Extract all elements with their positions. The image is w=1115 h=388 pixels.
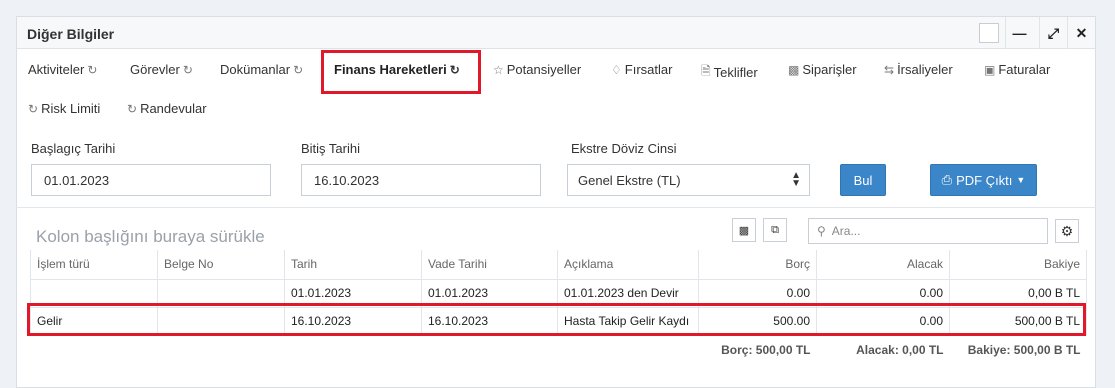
caret-down-icon: ▼ — [1016, 175, 1026, 185]
refresh-icon: ↻ — [127, 101, 138, 116]
tab-label: Risk Limiti — [41, 101, 101, 116]
tab-potansiyeller[interactable]: ☆ Potansiyeller — [493, 62, 581, 77]
total-alacak: Alacak: 0,00 TL — [856, 343, 944, 358]
tab-teklifler[interactable]: 🗎 Teklifler — [701, 62, 758, 83]
total-bakiye: Bakiye: 500,00 B TL — [967, 343, 1081, 358]
grid-header-row: İşlem türü Belge No Tarih Vade Tarihi Aç… — [30, 250, 1087, 280]
tab-irsaliyeler[interactable]: ⇆ İrsaliyeler — [884, 62, 953, 77]
grid-search-input[interactable]: ⚲ Ara... — [808, 218, 1048, 244]
pdf-export-button[interactable]: ⎙ PDF Çıktı ▼ — [930, 164, 1037, 196]
minimize-icon[interactable]: — — [1005, 17, 1033, 49]
start-date-label: Başlagıç Tarihi — [31, 141, 116, 156]
tab-label: Fırsatlar — [624, 62, 673, 77]
end-date-field[interactable]: 16.10.2023 — [301, 164, 541, 196]
tab-label: Dokümanlar — [220, 62, 291, 77]
tab-label: Faturalar — [998, 62, 1051, 77]
settings-gear-icon[interactable]: ⚙ — [1055, 219, 1079, 243]
refresh-icon: ↻ — [182, 62, 193, 77]
tab-label: Potansiyeller — [506, 62, 582, 77]
tab-aktiviteler[interactable]: Aktiviteler ↻ — [28, 62, 97, 77]
end-date-value: 16.10.2023 — [314, 172, 380, 188]
refresh-icon: ↻ — [87, 62, 98, 77]
tab-faturalar[interactable]: ▣ Faturalar — [984, 62, 1050, 77]
tab-label: Teklifler — [713, 65, 758, 80]
panel-title: Diğer Bilgiler — [27, 26, 115, 42]
tab-label: İrsaliyeler — [897, 62, 953, 77]
start-date-field[interactable]: 01.01.2023 — [31, 164, 271, 196]
tab-randevular[interactable]: ↻ Randevular — [127, 101, 207, 116]
search-placeholder: Ara... — [831, 224, 861, 238]
tab-label: Aktiviteler — [28, 62, 85, 77]
column-header[interactable]: İşlem türü — [30, 250, 158, 280]
money-icon: ▣ — [984, 62, 996, 77]
tab-risk-limiti[interactable]: ↻ Risk Limiti — [28, 101, 100, 116]
column-header[interactable]: Belge No — [157, 250, 285, 280]
currency-value: Genel Ekstre (TL) — [578, 172, 681, 188]
truck-icon: ▩ — [788, 62, 800, 77]
refresh-icon: ↻ — [28, 101, 39, 116]
column-header[interactable]: Borç — [698, 250, 817, 280]
column-header[interactable]: Bakiye — [949, 250, 1087, 280]
pdf-button-label: PDF Çıktı — [956, 172, 1013, 188]
tab-label: Görevler — [130, 62, 180, 77]
column-header[interactable]: Alacak — [816, 250, 950, 280]
tab-dokumanlar[interactable]: Dokümanlar ↻ — [220, 62, 303, 77]
column-chooser-icon[interactable]: ⧉ — [763, 218, 787, 242]
document-icon: 🗎 — [701, 64, 711, 78]
end-date-label: Bitiş Tarihi — [301, 141, 361, 156]
color-picker-box[interactable] — [979, 23, 999, 43]
column-header[interactable]: Vade Tarihi — [421, 250, 558, 280]
expand-icon[interactable]: ⤢ — [1039, 17, 1067, 49]
column-header[interactable]: Tarih — [284, 250, 422, 280]
tab-siparisler[interactable]: ▩ Siparişler — [788, 62, 857, 77]
tab-label: Randevular — [140, 101, 207, 116]
diamond-icon: ♢ — [611, 62, 622, 77]
column-header[interactable]: Açıklama — [557, 250, 699, 280]
tab-gorevler[interactable]: Görevler ↻ — [130, 62, 193, 77]
exchange-icon: ⇆ — [884, 62, 895, 77]
currency-label: Ekstre Döviz Cinsi — [571, 141, 677, 156]
panel-header: Diğer Bilgiler — ⤢ ✕ — [17, 17, 1095, 49]
tab-label: Siparişler — [802, 62, 857, 77]
active-tab-highlight — [321, 50, 481, 94]
excel-export-icon[interactable]: ▩ — [732, 218, 756, 242]
close-icon[interactable]: ✕ — [1067, 17, 1095, 49]
search-button[interactable]: Bul — [840, 164, 886, 196]
total-borc: Borç: 500,00 TL — [721, 343, 811, 358]
refresh-icon: ↻ — [293, 62, 304, 77]
print-icon: ⎙ — [941, 172, 953, 187]
group-panel-hint[interactable]: Kolon başlığını buraya sürükle — [36, 227, 265, 247]
tab-firsatlar[interactable]: ♢ Fırsatlar — [611, 62, 672, 77]
select-arrows-icon: ▲ ▼ — [791, 170, 801, 189]
star-icon: ☆ — [493, 62, 504, 77]
search-icon: ⚲ — [817, 224, 826, 238]
search-button-label: Bul — [853, 172, 873, 188]
currency-select[interactable]: Genel Ekstre (TL) ▲ ▼ — [567, 164, 810, 196]
totals-row: Borç: 500,00 TL Alacak: 0,00 TL Bakiye: … — [31, 335, 1087, 365]
row-highlight — [27, 303, 1086, 336]
start-date-value: 01.01.2023 — [44, 172, 110, 188]
